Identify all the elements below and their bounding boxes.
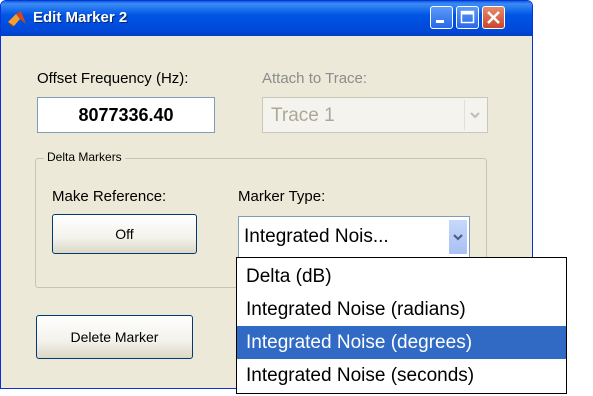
attach-to-trace-select[interactable]: Trace 1 (262, 97, 488, 133)
offset-frequency-label: Offset Frequency (Hz): (37, 70, 189, 87)
window-title: Edit Marker 2 (33, 9, 128, 26)
maximize-button[interactable] (456, 6, 479, 29)
chevron-down-icon (453, 234, 463, 241)
marker-type-label: Marker Type: (238, 188, 326, 205)
close-button[interactable] (482, 6, 505, 29)
marker-type-value: Integrated Nois... (244, 226, 389, 247)
dropdown-option-delta-db[interactable]: Delta (dB) (237, 260, 566, 293)
trace-select-value: Trace 1 (271, 105, 335, 126)
close-icon (487, 11, 500, 24)
dropdown-option-integrated-noise-seconds[interactable]: Integrated Noise (seconds) (237, 359, 566, 392)
marker-type-dropdown-list: Delta (dB) Integrated Noise (radians) In… (236, 257, 567, 394)
delete-marker-button[interactable]: Delete Marker (36, 315, 193, 359)
dropdown-option-integrated-noise-degrees[interactable]: Integrated Noise (degrees) (237, 326, 566, 359)
offset-frequency-input[interactable] (37, 97, 215, 133)
make-reference-button[interactable]: Off (52, 214, 197, 254)
minimize-icon (436, 20, 444, 23)
marker-type-select[interactable]: Integrated Nois... (238, 216, 470, 258)
delta-markers-title: Delta Markers (44, 150, 125, 164)
attach-to-trace-label: Attach to Trace: (262, 70, 368, 87)
dropdown-option-integrated-noise-radians[interactable]: Integrated Noise (radians) (237, 293, 566, 326)
marker-type-dropdown-button[interactable] (448, 219, 468, 255)
title-bar[interactable]: Edit Marker 2 (1, 1, 532, 36)
matlab-icon (7, 10, 27, 28)
make-reference-label: Make Reference: (52, 188, 167, 205)
chevron-down-icon (470, 112, 480, 119)
minimize-button[interactable] (430, 6, 453, 29)
trace-dropdown-button[interactable] (464, 100, 485, 130)
maximize-icon (460, 10, 475, 24)
